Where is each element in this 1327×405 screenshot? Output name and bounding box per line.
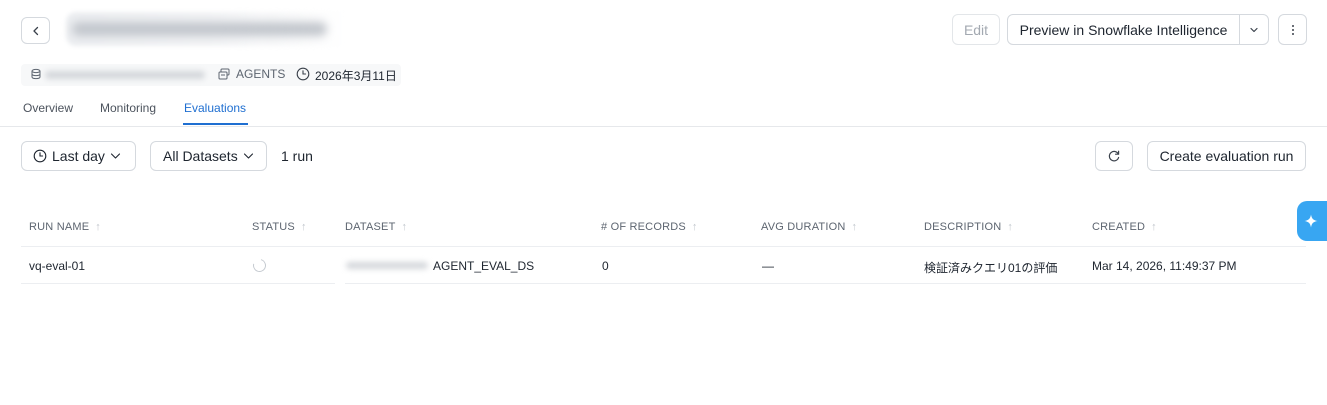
records-cell: 0 — [602, 259, 609, 273]
header-divider — [21, 246, 1306, 247]
chevron-down-icon — [110, 153, 120, 159]
more-vertical-icon — [1291, 24, 1294, 35]
sort-arrow-icon: ↑ — [691, 221, 698, 233]
column-header-records[interactable]: # OF RECORDS ↑ — [601, 221, 698, 233]
create-evaluation-run-button[interactable]: Create evaluation run — [1147, 141, 1306, 171]
spinner-icon — [250, 256, 269, 275]
database-name-redacted — [45, 71, 205, 79]
tab-overview[interactable]: Overview — [23, 101, 73, 115]
active-tab-indicator — [183, 123, 248, 125]
datasets-label: All Datasets — [163, 148, 238, 164]
preview-dropdown-button[interactable] — [1239, 14, 1269, 45]
column-header-description[interactable]: DESCRIPTION ↑ — [924, 221, 1013, 233]
row-divider-gap — [335, 283, 345, 284]
agents-icon — [218, 68, 230, 80]
run-name-cell[interactable]: vq-eval-01 — [29, 259, 85, 273]
dataset-cell: AGENT_EVAL_DS — [433, 259, 535, 273]
avg-duration-cell: — — [762, 259, 774, 273]
refresh-button[interactable] — [1095, 141, 1133, 171]
sort-arrow-icon: ↑ — [300, 221, 307, 233]
row-divider — [21, 283, 1306, 284]
sort-arrow-icon: ↑ — [1151, 221, 1157, 233]
dataset-prefix-redacted — [346, 262, 428, 269]
back-button[interactable] — [21, 17, 50, 44]
sort-arrow-icon: ↑ — [401, 221, 408, 233]
refresh-icon — [1108, 150, 1120, 162]
column-header-run-name[interactable]: RUN NAME ↑ — [29, 221, 101, 233]
sort-arrow-icon: ↑ — [95, 221, 101, 233]
more-options-button[interactable] — [1278, 14, 1307, 45]
edit-button[interactable]: Edit — [952, 14, 1000, 45]
description-cell: 検証済みクエリ01の評価 — [924, 261, 1058, 275]
column-header-dataset[interactable]: DATASET ↑ — [345, 221, 407, 233]
created-cell: Mar 14, 2026, 11:49:37 PM — [1092, 259, 1237, 273]
chevron-down-icon — [243, 153, 253, 159]
column-header-avg-duration[interactable]: AVG DURATION ↑ — [761, 221, 857, 233]
preview-button[interactable]: Preview in Snowflake Intelligence — [1007, 14, 1240, 45]
chevron-down-icon — [1250, 27, 1258, 32]
sort-arrow-icon: ↑ — [851, 221, 858, 233]
created-date: 2026年3月11日 — [315, 69, 397, 83]
run-count: 1 run — [281, 148, 313, 164]
ai-assistant-button[interactable] — [1297, 201, 1327, 241]
object-type-label: AGENTS — [236, 67, 286, 81]
clock-icon — [296, 67, 310, 81]
datasets-dropdown[interactable]: All Datasets — [150, 141, 267, 171]
column-header-created[interactable]: CREATED ↑ — [1092, 221, 1157, 233]
time-range-dropdown[interactable]: Last day — [21, 141, 136, 171]
chevron-left-icon — [32, 26, 38, 35]
database-icon — [31, 68, 41, 80]
agent-title-redacted — [66, 12, 351, 46]
clock-icon — [33, 149, 47, 163]
column-header-status[interactable]: STATUS ↑ — [252, 221, 307, 233]
sort-arrow-icon: ↑ — [1007, 221, 1014, 233]
tabs-divider — [0, 126, 1327, 127]
sparkle-icon — [1304, 214, 1318, 228]
time-range-label: Last day — [52, 148, 105, 164]
tab-evaluations[interactable]: Evaluations — [184, 101, 246, 115]
tab-monitoring[interactable]: Monitoring — [100, 101, 156, 115]
